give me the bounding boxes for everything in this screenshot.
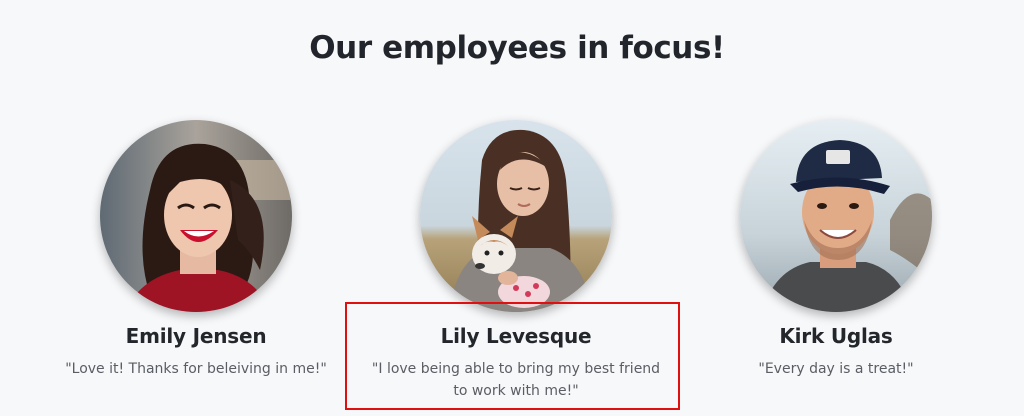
employee-card: Kirk Uglas "Every day is a treat!" xyxy=(666,120,1006,380)
photo-woman-smiling-red-sweater-icon xyxy=(100,120,292,312)
employee-quote: "Every day is a treat!" xyxy=(758,361,914,377)
employee-name: Kirk Uglas xyxy=(779,324,893,348)
page-title: Our employees in focus! xyxy=(309,30,725,66)
employee-card: Lily Levesque "I love being able to brin… xyxy=(346,120,686,402)
employee-quote: "I love being able to bring my best frie… xyxy=(371,361,661,399)
employee-name: Lily Levesque xyxy=(440,324,592,348)
photo-man-with-cap-icon xyxy=(740,120,932,312)
photo-woman-holding-small-dog-icon xyxy=(420,120,612,312)
employee-photo xyxy=(100,120,292,312)
employee-photo xyxy=(420,120,612,312)
employee-quote: "Love it! Thanks for beleiving in me!" xyxy=(65,361,327,377)
employee-photo xyxy=(740,120,932,312)
employee-name: Emily Jensen xyxy=(125,324,267,348)
employee-card: Emily Jensen "Love it! Thanks for beleiv… xyxy=(26,120,366,380)
